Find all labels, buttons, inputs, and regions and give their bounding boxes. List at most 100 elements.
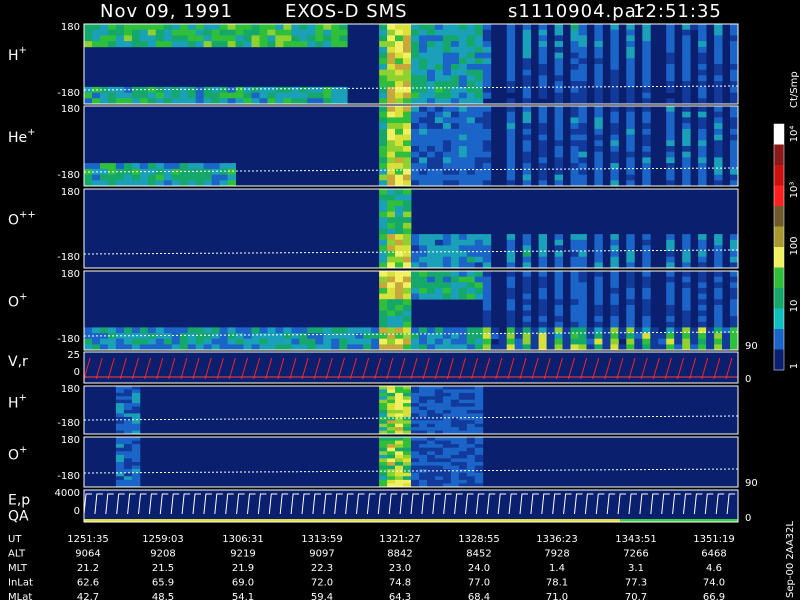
heat-cell (387, 128, 396, 135)
heat-cell (147, 41, 157, 48)
heat-cell (554, 134, 563, 141)
heat-cell (419, 389, 428, 394)
heat-cell (602, 338, 611, 345)
heat-cell (610, 271, 619, 277)
heat-cell (379, 276, 388, 283)
heat-cell (570, 86, 579, 93)
heat-cell (187, 35, 197, 42)
heat-cell (474, 444, 484, 449)
heat-cell (395, 98, 404, 105)
heat-cell (331, 35, 340, 42)
heat-cell (482, 146, 492, 153)
heat-cell (395, 462, 404, 466)
heat-cell (299, 338, 308, 345)
heat-cell (92, 41, 101, 48)
heat-cell (626, 41, 635, 48)
heat-cell (115, 440, 125, 445)
heat-cell (427, 440, 436, 445)
heat-cell (203, 24, 212, 31)
y-tick-bottom: 0 (74, 367, 80, 378)
heat-cell (427, 157, 436, 164)
heat-cell (131, 462, 141, 466)
heat-cell (458, 392, 468, 397)
heat-cell (554, 327, 563, 334)
heat-cell (466, 146, 476, 153)
heat-cell (682, 180, 691, 187)
heat-cell (730, 299, 739, 306)
heat-cell (403, 472, 412, 477)
heat-cell (698, 75, 707, 82)
heat-cell (570, 111, 579, 118)
table-cell: 72.0 (311, 578, 333, 589)
heat-cell (522, 75, 532, 82)
heat-cell (371, 327, 380, 334)
table-cell: 1343:51 (615, 534, 657, 545)
heat-cell (427, 472, 436, 477)
heat-cell (395, 35, 404, 42)
heat-cell (578, 81, 587, 88)
heat-cell (379, 271, 388, 277)
heat-cell (482, 321, 492, 328)
heat-cell (131, 403, 141, 407)
heat-cell (227, 163, 236, 170)
heat-cell (427, 406, 436, 411)
heat-cell (434, 458, 444, 463)
heat-cell (403, 256, 412, 263)
heat-cell (395, 58, 404, 65)
heat-cell (666, 168, 675, 175)
heat-cell (427, 52, 436, 59)
heat-cell (331, 92, 340, 99)
heat-cell (131, 472, 141, 477)
heat-cell (419, 35, 428, 42)
heat-cell (522, 134, 532, 141)
heat-cell (666, 321, 675, 328)
heat-cell (419, 111, 428, 118)
heat-cell (84, 174, 93, 181)
heat-cell (307, 92, 316, 99)
heat-cell (179, 338, 189, 345)
heat-cell (482, 24, 492, 31)
heat-cell (442, 386, 452, 390)
table-cell: 1.4 (549, 563, 565, 574)
heat-cell (387, 29, 396, 36)
heat-cell (522, 58, 532, 65)
heat-cell (474, 406, 484, 411)
heat-cell (506, 256, 516, 263)
heat-cell (570, 151, 579, 158)
heat-cell (419, 128, 428, 135)
heat-cell (450, 399, 460, 404)
heat-cell (395, 64, 404, 71)
heat-cell (578, 338, 587, 345)
heat-cell (115, 338, 125, 345)
heat-cell (323, 98, 332, 105)
heat-cell (666, 106, 675, 113)
heat-cell (594, 111, 603, 118)
heat-cell (442, 180, 452, 187)
heat-cell (403, 239, 412, 246)
heat-cell (522, 327, 532, 334)
heat-cell (570, 299, 579, 306)
y-tick-top: 180 (61, 104, 80, 115)
heat-cell (482, 256, 492, 263)
heat-cell (506, 46, 516, 53)
heat-cell (610, 174, 619, 181)
heat-cell (411, 239, 420, 246)
colorbar-tick: 10³ (789, 182, 800, 199)
heat-cell (690, 333, 699, 340)
heat-cell (419, 146, 428, 153)
heat-cell (419, 134, 428, 141)
heat-cell (235, 92, 244, 99)
heat-cell (243, 35, 252, 42)
heat-cell (594, 92, 603, 99)
heat-cell (730, 69, 739, 76)
heat-cell (139, 92, 149, 99)
heat-cell (442, 239, 452, 246)
heat-cell (642, 24, 651, 31)
heat-cell (482, 180, 492, 187)
heat-cell (538, 123, 547, 130)
heat-cell (434, 58, 444, 65)
heat-cell (147, 35, 157, 42)
heat-cell (419, 403, 428, 407)
heat-cell (187, 41, 197, 48)
heat-cell (195, 41, 205, 48)
